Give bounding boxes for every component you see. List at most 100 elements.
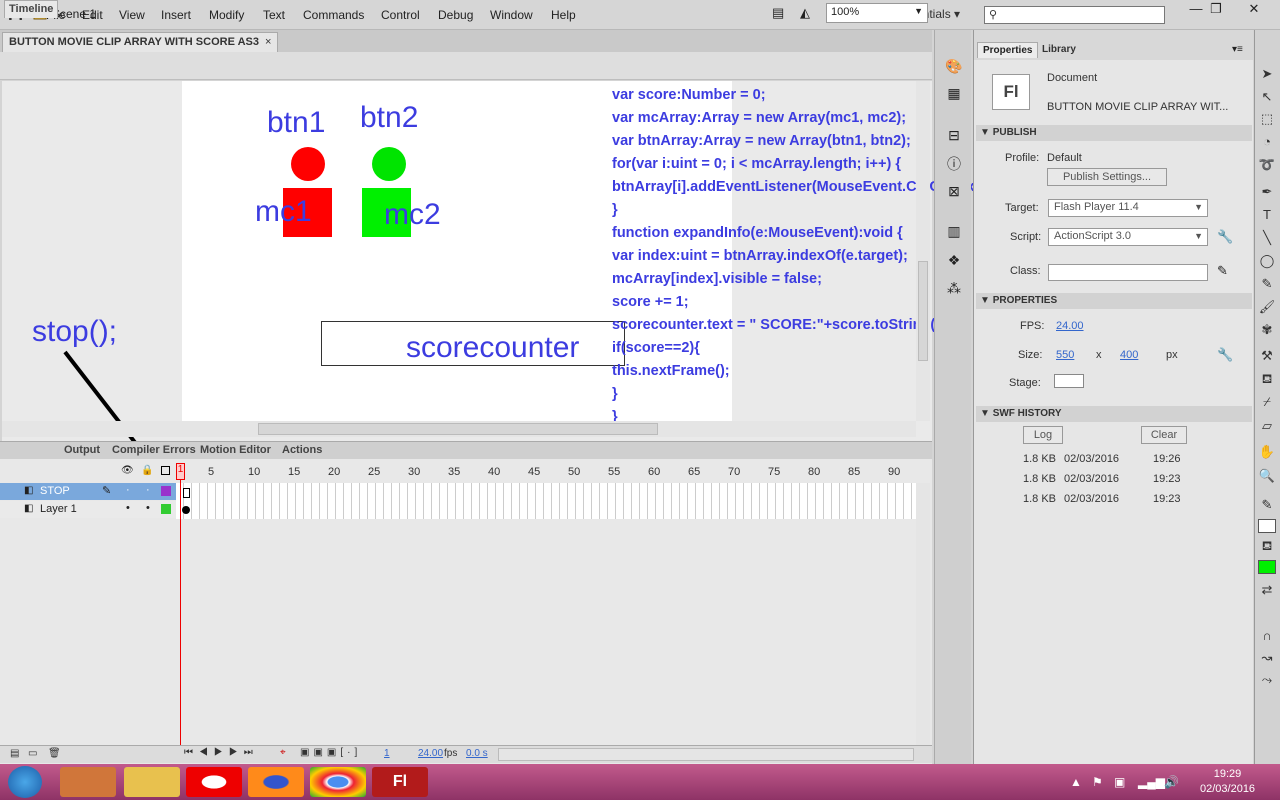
- opera-icon[interactable]: [186, 767, 242, 797]
- tab-motion-editor[interactable]: Motion Editor: [200, 444, 271, 456]
- firefox-icon[interactable]: [248, 767, 304, 797]
- menu-window[interactable]: Window: [490, 8, 533, 22]
- keyframe[interactable]: [182, 506, 190, 514]
- file-explorer-icon[interactable]: [124, 767, 180, 797]
- tab-output[interactable]: Output: [64, 444, 100, 456]
- publish-settings-button[interactable]: Publish Settings...: [1047, 168, 1167, 186]
- timeline-vertical-scrollbar[interactable]: [916, 483, 930, 745]
- pencil-icon[interactable]: ✎: [1217, 263, 1228, 279]
- tray-flag-icon[interactable]: ⚑: [1092, 775, 1103, 789]
- tray-expand-icon[interactable]: ▲: [1070, 775, 1082, 789]
- wrench-icon[interactable]: 🔧: [1217, 229, 1233, 245]
- layer-name[interactable]: Layer 1: [40, 503, 77, 515]
- tab-timeline[interactable]: Timeline: [4, 0, 59, 18]
- start-button[interactable]: [8, 766, 42, 798]
- hand-tool-icon[interactable]: ✋: [1258, 444, 1276, 462]
- info-icon[interactable]: ⓘ: [944, 154, 964, 174]
- current-frame[interactable]: 1: [384, 748, 390, 759]
- frame-grid[interactable]: [176, 483, 916, 519]
- menu-commands[interactable]: Commands: [303, 8, 364, 22]
- transform-icon[interactable]: ⊠: [944, 183, 964, 203]
- btn1-circle[interactable]: [291, 147, 325, 181]
- log-button[interactable]: Log: [1023, 426, 1063, 444]
- width-value[interactable]: 550: [1056, 349, 1074, 361]
- free-transform-icon[interactable]: ⬚: [1258, 111, 1276, 129]
- timeline-horizontal-scrollbar[interactable]: [498, 748, 914, 761]
- fill-color-swatch[interactable]: [1258, 560, 1276, 574]
- media-player-icon[interactable]: [60, 767, 116, 797]
- stroke-color-swatch[interactable]: [1258, 519, 1276, 533]
- swf-history-header[interactable]: ▼ SWF HISTORY: [976, 406, 1252, 422]
- help-search-input[interactable]: ⚲: [984, 6, 1165, 24]
- wrench-icon[interactable]: 🔧: [1217, 347, 1233, 363]
- new-layer-icon[interactable]: ▤: [10, 748, 19, 759]
- properties-header[interactable]: ▼ PROPERTIES: [976, 293, 1252, 309]
- stage-color-swatch[interactable]: [1054, 374, 1084, 388]
- subselection-tool-icon[interactable]: ↖: [1258, 89, 1276, 107]
- system-clock[interactable]: 19:29 02/03/2016: [1200, 767, 1255, 797]
- bone-tool-icon[interactable]: ⚒: [1258, 348, 1276, 366]
- line-tool-icon[interactable]: ╲: [1258, 230, 1276, 248]
- btn2-circle[interactable]: [372, 147, 406, 181]
- edit-symbols-icon[interactable]: ▤: [772, 5, 784, 21]
- components-icon[interactable]: ❖: [944, 252, 964, 272]
- pen-icon[interactable]: ✒: [1258, 184, 1276, 202]
- code-snippets-icon[interactable]: ▥: [944, 223, 964, 243]
- zoom-tool-icon[interactable]: 🔍: [1258, 468, 1276, 486]
- script-select[interactable]: ActionScript 3.0 ▼: [1048, 228, 1208, 246]
- lock-icon[interactable]: 🔒: [141, 465, 153, 476]
- document-tab-close[interactable]: ×: [265, 36, 271, 48]
- menu-text[interactable]: Text: [263, 8, 285, 22]
- tray-device-icon[interactable]: ▣: [1114, 775, 1125, 789]
- text-tool-icon[interactable]: T: [1258, 207, 1276, 225]
- eye-icon[interactable]: 👁: [121, 465, 134, 476]
- tray-network-icon[interactable]: ▂▄▆: [1138, 775, 1165, 789]
- stage-vertical-scrollbar[interactable]: [916, 81, 930, 421]
- outline-icon[interactable]: [161, 466, 170, 475]
- oval-tool-icon[interactable]: ◯: [1258, 253, 1276, 271]
- eyedropper-icon[interactable]: ⌿: [1258, 394, 1276, 412]
- tab-compiler-errors[interactable]: Compiler Errors: [112, 444, 196, 456]
- eraser-icon[interactable]: ▱: [1258, 418, 1276, 436]
- height-value[interactable]: 400: [1120, 349, 1138, 361]
- lock-dot[interactable]: •: [146, 502, 150, 514]
- tab-properties[interactable]: Properties: [977, 42, 1039, 58]
- menu-help[interactable]: Help: [551, 8, 576, 22]
- playback-controls[interactable]: ⏮◀▶▶⏭: [184, 747, 259, 758]
- stroke-color-icon[interactable]: ✎: [1258, 497, 1276, 515]
- layer-color-swatch[interactable]: [161, 504, 171, 514]
- snap-icon[interactable]: ∩: [1258, 628, 1276, 646]
- swap-colors-icon[interactable]: ⇄: [1258, 582, 1276, 600]
- edit-scene-icon[interactable]: ◭: [800, 5, 810, 21]
- tab-actions[interactable]: Actions: [282, 444, 322, 456]
- fps-value[interactable]: 24.00: [1056, 320, 1084, 332]
- 3d-rotation-icon[interactable]: ◔: [1258, 134, 1276, 152]
- lock-dot[interactable]: ·: [146, 484, 150, 496]
- layer-row-layer1[interactable]: ◧ Layer 1 • •: [0, 501, 176, 518]
- frame-rate[interactable]: 24.00: [418, 748, 443, 759]
- playhead[interactable]: 1: [176, 463, 185, 480]
- selection-tool-icon[interactable]: ➤: [1258, 66, 1276, 84]
- center-frame-icon[interactable]: ⌖: [280, 747, 286, 758]
- motion-presets-icon[interactable]: ⁂: [944, 280, 964, 300]
- frame-ruler[interactable]: [176, 463, 916, 481]
- layer-name[interactable]: STOP: [40, 485, 70, 497]
- flash-taskbar-icon[interactable]: Fl: [372, 767, 428, 797]
- layer-color-swatch[interactable]: [161, 486, 171, 496]
- panel-menu-icon[interactable]: ▾≡: [1232, 44, 1243, 55]
- zoom-select[interactable]: 100% ▼: [826, 3, 928, 23]
- tray-volume-icon[interactable]: 🔊: [1164, 775, 1179, 789]
- elapsed-time[interactable]: 0.0 s: [466, 748, 488, 759]
- target-select[interactable]: Flash Player 11.4 ▼: [1048, 199, 1208, 217]
- close-button[interactable]: ✕: [1232, 0, 1276, 20]
- fill-color-icon[interactable]: ⛾: [1258, 538, 1276, 556]
- chrome-icon[interactable]: [310, 767, 366, 797]
- menu-debug[interactable]: Debug: [438, 8, 473, 22]
- deco-tool-icon[interactable]: ✾: [1258, 322, 1276, 340]
- tab-library[interactable]: Library: [1037, 42, 1081, 57]
- align-icon[interactable]: ⊟: [944, 127, 964, 147]
- swatches-icon[interactable]: ▦: [944, 85, 964, 105]
- lasso-icon[interactable]: ➰: [1258, 157, 1276, 175]
- onion-skin-icons[interactable]: ▣▣▣[·]: [300, 747, 361, 758]
- smooth-icon[interactable]: ↝: [1258, 650, 1276, 668]
